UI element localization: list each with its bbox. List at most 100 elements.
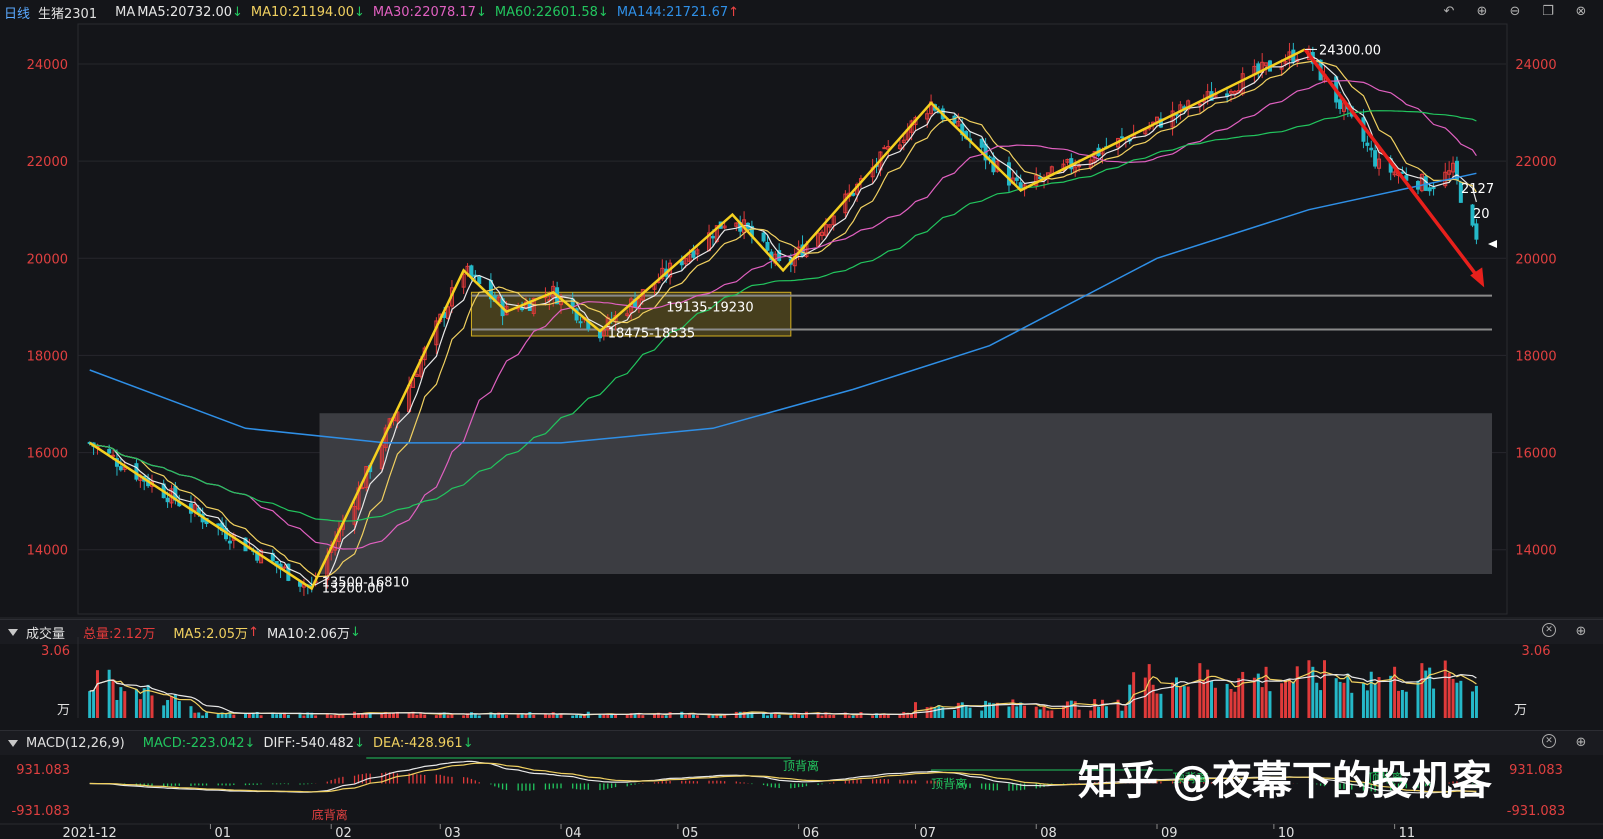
volume-bar xyxy=(524,714,528,718)
x-axis-label: 10 xyxy=(1278,826,1295,839)
candle-body xyxy=(1369,147,1374,151)
volume-bar xyxy=(473,713,477,718)
volume-bar xyxy=(1311,666,1315,718)
volume-bar xyxy=(1015,706,1019,718)
macd-axis-bottom-left: -931.083 xyxy=(12,804,70,819)
x-axis-label: 2021-12 xyxy=(63,826,117,839)
volume-bar xyxy=(1089,710,1093,718)
volume-bar xyxy=(653,714,657,718)
volume-bar xyxy=(1229,689,1233,718)
volume-bar xyxy=(1225,683,1229,718)
volume-bar xyxy=(1447,672,1451,718)
volume-bar xyxy=(1252,677,1256,718)
volume-bar xyxy=(532,714,536,718)
volume-bar xyxy=(134,688,138,718)
volume-bar xyxy=(1334,678,1338,718)
candle-body xyxy=(765,241,770,251)
volume-bar xyxy=(1213,687,1217,718)
volume-bar xyxy=(1280,683,1284,718)
candle-body xyxy=(1400,171,1405,174)
volume-bar xyxy=(1397,690,1401,718)
price-tick-right: 22000 xyxy=(1515,155,1556,170)
chart-canvas[interactable]: 24000 24000 22000 22000 20000 20000 18000 18000… xyxy=(0,0,1603,839)
volume-bar xyxy=(1120,710,1124,718)
volume-bar xyxy=(516,714,520,718)
candle-body xyxy=(1014,177,1019,181)
candle-body xyxy=(227,540,232,544)
volume-axis-unit-right: 万 xyxy=(1514,703,1527,718)
volume-bar xyxy=(1069,700,1073,718)
volume-bar xyxy=(886,714,890,718)
price-tick-left: 18000 xyxy=(27,349,68,364)
volume-bar xyxy=(111,679,115,718)
candle-body xyxy=(118,466,123,471)
volume-bar xyxy=(1291,681,1295,718)
volume-bar xyxy=(88,691,92,718)
x-axis-label: 11 xyxy=(1399,826,1416,839)
volume-bar xyxy=(680,711,684,718)
gap-range-label: 13500-16810 xyxy=(322,576,409,591)
candle-body xyxy=(1119,136,1124,139)
volume-bar xyxy=(1459,680,1463,718)
watermark: 知乎 @夜幕下的投机客 xyxy=(1078,758,1492,804)
volume-axis-unit-left: 万 xyxy=(57,703,70,718)
volume-bar xyxy=(859,711,863,718)
volume-bar xyxy=(1210,681,1214,718)
x-axis-label: 01 xyxy=(214,826,231,839)
volume-bar xyxy=(388,713,392,718)
volume-bar xyxy=(1097,706,1101,718)
volume-bar xyxy=(801,715,805,718)
x-axis-label: 08 xyxy=(1040,826,1057,839)
volume-bar xyxy=(193,712,197,718)
volume-bar xyxy=(1260,687,1264,718)
volume-bar xyxy=(275,714,279,718)
volume-bar xyxy=(1182,686,1186,718)
volume-bar xyxy=(329,715,333,718)
candle-body xyxy=(882,147,887,150)
candle-body xyxy=(1197,103,1202,106)
volume-bar xyxy=(1287,679,1291,718)
macd-axis-bottom-right: -931.083 xyxy=(1507,804,1565,819)
volume-bar xyxy=(820,715,824,718)
volume-bar xyxy=(504,715,508,718)
volume-bar xyxy=(1295,666,1299,718)
volume-bar xyxy=(1178,686,1182,718)
volume-bar xyxy=(668,712,672,718)
volume-bar xyxy=(201,715,205,718)
x-axis-label: 09 xyxy=(1161,826,1178,839)
volume-bar xyxy=(1034,706,1038,718)
volume-bar xyxy=(1346,673,1350,718)
volume-bar xyxy=(450,714,454,718)
volume-bar xyxy=(1350,692,1354,718)
volume-bar xyxy=(1323,660,1327,718)
candle-body xyxy=(107,449,112,454)
volume-bar xyxy=(777,714,781,718)
volume-bar xyxy=(1474,685,1478,718)
box-bottom-label: 18475-18535 xyxy=(608,326,695,341)
box-top-label: 19135-19230 xyxy=(666,301,753,316)
volume-bar xyxy=(1023,705,1027,718)
volume-bar xyxy=(1147,664,1151,718)
volume-bar xyxy=(1471,691,1475,718)
volume-bar xyxy=(150,695,154,718)
price-tick-right: 16000 xyxy=(1515,447,1556,462)
volume-axis-top-left: 3.06 xyxy=(41,644,70,659)
candle-body xyxy=(578,321,583,324)
price-tick-right: 24000 xyxy=(1515,58,1556,73)
volume-bar xyxy=(1284,680,1288,718)
volume-bar xyxy=(1361,683,1365,718)
volume-bar xyxy=(333,714,337,718)
volume-bar xyxy=(177,701,181,718)
top-divergence-label-2: 顶背离 xyxy=(931,776,967,791)
last-price-marker xyxy=(1488,240,1497,248)
volume-bar xyxy=(119,687,123,718)
volume-bar xyxy=(1443,660,1447,718)
candle-body xyxy=(360,487,365,490)
volume-bar xyxy=(462,715,466,718)
volume-bar xyxy=(855,714,859,718)
volume-bar xyxy=(1338,681,1342,718)
volume-bar xyxy=(259,715,263,718)
volume-bar xyxy=(898,714,902,718)
volume-bar xyxy=(1198,663,1202,718)
volume-bar xyxy=(1124,705,1128,718)
